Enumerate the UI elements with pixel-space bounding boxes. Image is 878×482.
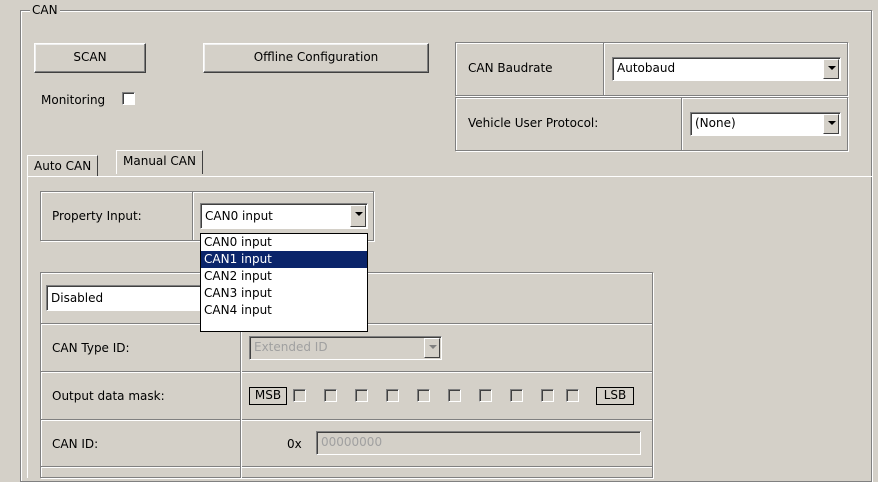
tab-strip-line	[27, 176, 872, 177]
property-input-dropdown[interactable]: CAN0 input	[200, 203, 368, 229]
mask-bit-checkbox[interactable]	[541, 389, 554, 402]
property-input-divider	[192, 192, 193, 240]
mask-bit-checkbox[interactable]	[566, 389, 579, 402]
mask-bit-checkbox[interactable]	[386, 389, 399, 402]
option-can4[interactable]: CAN4 input	[201, 302, 367, 319]
msb-label: MSB	[249, 387, 287, 405]
can-id-label: CAN ID:	[52, 437, 99, 451]
table-row-divider	[41, 466, 652, 467]
can-id-value: 00000000	[321, 435, 383, 449]
baudrate-divider	[603, 43, 604, 95]
can-group-title: CAN	[30, 3, 60, 17]
property-input-value: CAN0 input	[205, 209, 273, 223]
monitoring-label: Monitoring	[41, 93, 106, 107]
table-row-divider	[41, 419, 652, 420]
property-input-label: Property Input:	[52, 209, 142, 223]
can-type-value: Extended ID	[254, 340, 328, 354]
monitoring-checkbox[interactable]	[122, 92, 135, 105]
vehicle-protocol-value: (None)	[695, 116, 736, 130]
baudrate-value: Autobaud	[617, 61, 676, 75]
option-can3[interactable]: CAN3 input	[201, 285, 367, 302]
table-column-divider	[240, 324, 241, 478]
mask-bit-checkbox[interactable]	[448, 389, 461, 402]
can-type-dropdown: Extended ID	[249, 336, 442, 360]
can-id-input: 00000000	[316, 431, 641, 455]
option-can2[interactable]: CAN2 input	[201, 268, 367, 285]
vehicle-protocol-dropdown[interactable]: (None)	[690, 112, 841, 136]
vehicle-protocol-divider	[681, 98, 682, 150]
mask-bit-checkbox[interactable]	[355, 389, 368, 402]
tab-manual-can[interactable]: Manual CAN	[116, 150, 203, 174]
offline-configuration-button[interactable]: Offline Configuration	[203, 43, 429, 73]
tab-page-border	[27, 177, 28, 478]
vehicle-protocol-label: Vehicle User Protocol:	[468, 116, 599, 130]
chevron-down-icon[interactable]	[823, 59, 839, 79]
mask-bit-checkbox[interactable]	[324, 389, 337, 402]
baudrate-label: CAN Baudrate	[468, 61, 553, 75]
property-input-options: CAN0 input CAN1 input CAN2 input CAN3 in…	[200, 233, 368, 332]
table-row-divider	[41, 371, 652, 372]
chevron-down-icon[interactable]	[823, 114, 839, 134]
mask-bit-checkbox[interactable]	[479, 389, 492, 402]
lsb-label: LSB	[596, 387, 634, 405]
mask-bit-checkbox[interactable]	[417, 389, 430, 402]
tab-auto-can[interactable]: Auto CAN	[27, 155, 99, 177]
chevron-down-icon	[424, 338, 440, 358]
mask-bit-checkbox[interactable]	[293, 389, 306, 402]
option-can0[interactable]: CAN0 input	[201, 234, 367, 251]
option-can1[interactable]: CAN1 input	[201, 251, 367, 268]
chevron-down-icon[interactable]	[350, 205, 366, 227]
mask-bit-checkbox[interactable]	[510, 389, 523, 402]
mode-value: Disabled	[51, 291, 104, 305]
baudrate-dropdown[interactable]: Autobaud	[612, 57, 841, 81]
mode-dropdown[interactable]: Disabled	[46, 285, 202, 311]
scan-button[interactable]: SCAN	[34, 43, 146, 73]
can-id-prefix: 0x	[287, 437, 302, 451]
output-mask-label: Output data mask:	[52, 389, 165, 403]
can-type-label: CAN Type ID:	[52, 341, 130, 355]
